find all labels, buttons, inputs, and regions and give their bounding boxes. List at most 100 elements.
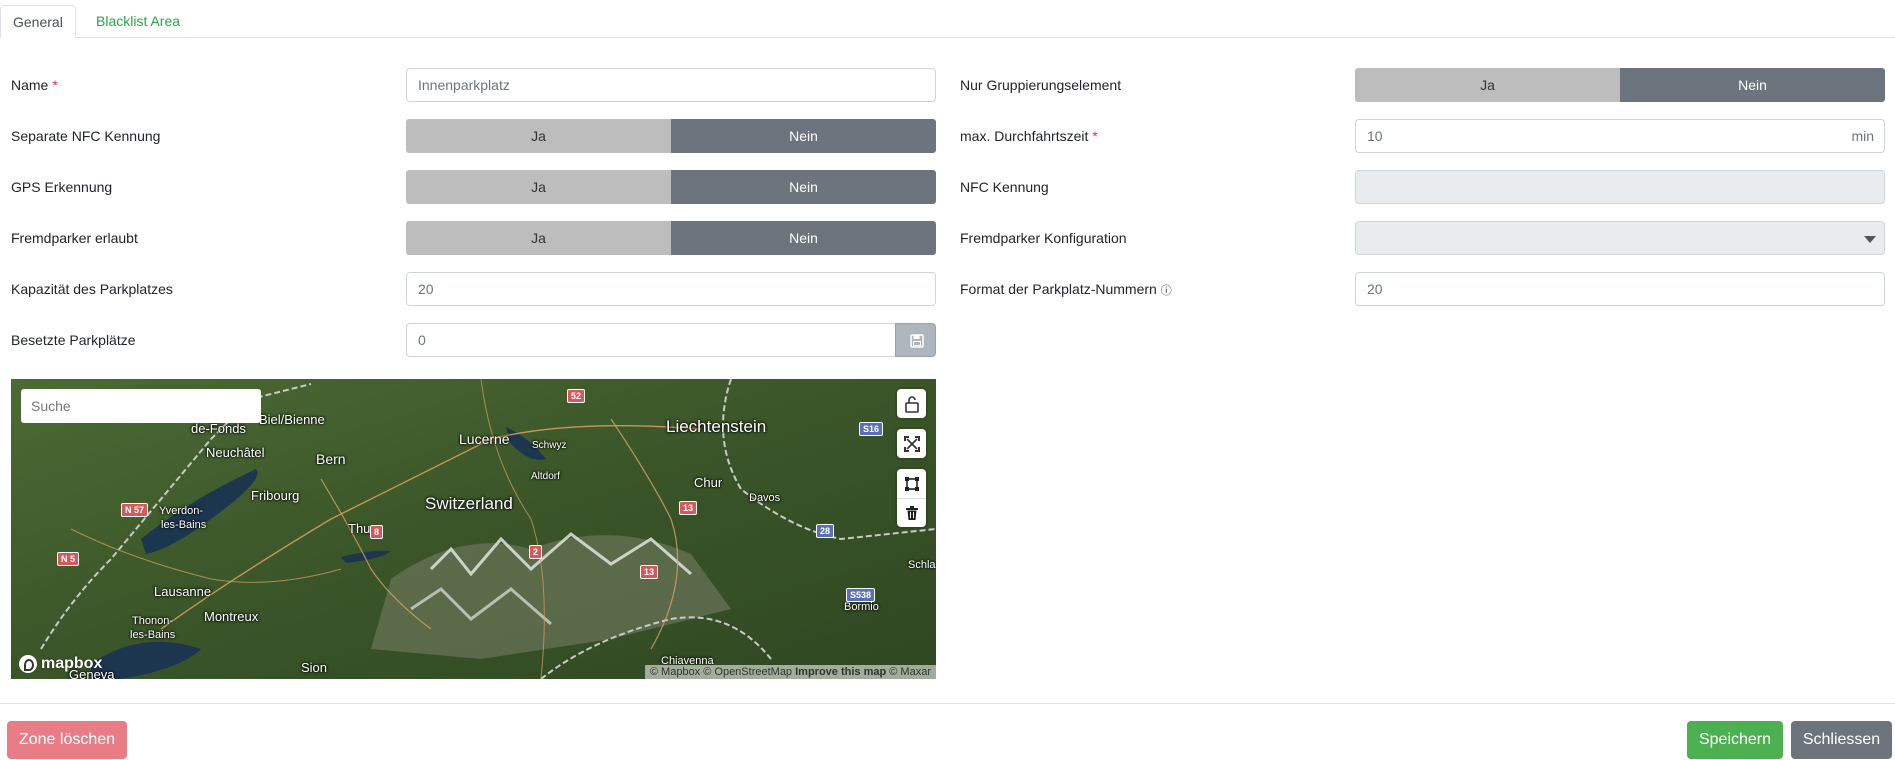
map-draw-polygon-button[interactable] <box>897 469 926 498</box>
map-label-bormio: Bormio <box>844 601 879 613</box>
road-shield-2: 2 <box>529 545 543 559</box>
fremdparker-ja[interactable]: Ja <box>406 221 671 255</box>
map-label-schwyz: Schwyz <box>532 440 567 451</box>
kapazitaet-input[interactable]: 20 <box>406 272 936 306</box>
save-button[interactable]: Speichern <box>1687 721 1783 759</box>
map-draw-control <box>897 469 926 527</box>
gps-toggle: Ja Nein <box>406 170 936 204</box>
name-label: Name * <box>11 68 58 102</box>
road-shield-n57: N 57 <box>121 503 149 517</box>
map-label-bern: Bern <box>316 451 346 467</box>
map-delete-shape-button[interactable] <box>897 498 926 527</box>
gps-label: GPS Erkennung <box>11 179 113 195</box>
road-shield-13: 13 <box>679 501 698 515</box>
name-label-text: Name <box>11 77 49 93</box>
map-label-les-bains: les-Bains <box>161 519 207 531</box>
fullscreen-icon <box>903 435 920 452</box>
required-marker: * <box>1092 128 1098 144</box>
format-nummern-label-text: Format der Parkplatz-Nummern <box>960 281 1157 297</box>
fremdparker-label: Fremdparker erlaubt <box>11 230 138 246</box>
map-label-altdorf: Altdorf <box>531 471 560 482</box>
caret-down-icon <box>1864 236 1876 243</box>
map-label-chur: Chur <box>694 475 723 490</box>
tab-general[interactable]: General <box>0 5 76 38</box>
tab-bar: General Blacklist Area <box>0 0 1895 38</box>
road-shield-n5: N 5 <box>57 552 80 566</box>
gps-ja[interactable]: Ja <box>406 170 671 204</box>
map-fullscreen-button[interactable] <box>897 429 926 458</box>
road-shield-13b: 13 <box>640 565 659 579</box>
fremdparker-konfig-select[interactable] <box>1355 221 1885 255</box>
besetzt-input[interactable]: 0 <box>406 323 896 357</box>
kapazitaet-label: Kapazität des Parkplatzes <box>11 281 173 297</box>
gruppierung-nein[interactable]: Nein <box>1620 68 1885 102</box>
gruppierung-toggle: Ja Nein <box>1355 68 1885 102</box>
footer-divider <box>0 703 1895 704</box>
map-label-schla: Schla <box>908 559 936 571</box>
unlock-icon <box>904 395 919 413</box>
tab-blacklist-area[interactable]: Blacklist Area <box>84 5 192 38</box>
format-nummern-label: Format der Parkplatz-Nummern ⓘ <box>960 272 1172 308</box>
map-label-thonon-les-bains: les-Bains <box>130 629 176 641</box>
attribution-mapbox[interactable]: © Mapbox <box>650 666 700 678</box>
road-shield-s16: S16 <box>859 422 884 436</box>
road-shield-8: 8 <box>370 525 384 539</box>
map-search-input[interactable]: Suche <box>21 389 261 423</box>
durchfahrtszeit-input[interactable]: 10 min <box>1355 119 1885 153</box>
durchfahrtszeit-value: 10 <box>1367 128 1383 144</box>
map-label-thonon: Thonon- <box>132 615 173 627</box>
attribution-improve-link[interactable]: Improve this map <box>795 666 886 678</box>
mapbox-logo[interactable]: mapbox <box>19 655 102 673</box>
required-marker: * <box>52 77 58 93</box>
map-lock-button[interactable] <box>897 389 926 418</box>
map-label-switzerland: Switzerland <box>425 494 513 513</box>
road-shield-28: 28 <box>816 524 835 538</box>
separate-nfc-toggle: Ja Nein <box>406 119 936 153</box>
besetzt-label: Besetzte Parkplätze <box>11 332 136 348</box>
fremdparker-nein[interactable]: Nein <box>671 221 936 255</box>
map-attribution: © Mapbox © OpenStreetMap Improve this ma… <box>644 665 936 679</box>
map-label-neuchatel: Neuchâtel <box>206 445 265 460</box>
road-shield-52: 52 <box>567 389 586 403</box>
durchfahrtszeit-label-text: max. Durchfahrtszeit <box>960 128 1089 144</box>
floppy-disk-icon <box>910 334 924 348</box>
separate-nfc-ja[interactable]: Ja <box>406 119 671 153</box>
nfc-kennung-label: NFC Kennung <box>960 179 1049 195</box>
close-button[interactable]: Schliessen <box>1791 721 1892 759</box>
durchfahrtszeit-label: max. Durchfahrtszeit * <box>960 119 1098 153</box>
map-fullscreen-control <box>897 429 926 458</box>
polygon-icon <box>904 476 919 491</box>
name-input[interactable]: Innenparkplatz <box>406 68 936 102</box>
nfc-kennung-input[interactable] <box>1355 170 1885 204</box>
info-icon[interactable]: ⓘ <box>1161 285 1172 297</box>
map-label-fribourg: Fribourg <box>251 488 300 503</box>
attribution-osm[interactable]: © OpenStreetMap <box>703 666 792 678</box>
trash-icon <box>905 506 918 520</box>
map-lock-control <box>897 389 926 418</box>
map-label-liechtenstein: Liechtenstein <box>666 417 767 436</box>
attribution-maxar[interactable]: © Maxar <box>889 666 931 678</box>
map-label-sion: Sion <box>301 660 328 675</box>
format-nummern-input[interactable]: 20 <box>1355 272 1885 306</box>
map-label-yverdon: Yverdon- <box>159 505 204 517</box>
map-view[interactable]: Liechtenstein Switzerland Lucerne Bern B… <box>11 379 936 679</box>
map-label-davos: Davos <box>749 492 781 504</box>
besetzt-save-button[interactable] <box>895 323 936 357</box>
mapbox-logo-text: mapbox <box>41 655 103 672</box>
map-label-lausanne: Lausanne <box>154 584 212 599</box>
separate-nfc-label: Separate NFC Kennung <box>11 128 161 144</box>
fremdparker-toggle: Ja Nein <box>406 221 936 255</box>
gps-nein[interactable]: Nein <box>671 170 936 204</box>
gruppierung-label: Nur Gruppierungselement <box>960 77 1122 93</box>
mapbox-logo-icon <box>19 655 37 673</box>
map-label-montreux: Montreux <box>204 609 259 624</box>
map-label-fonds: de-Fonds <box>191 421 246 436</box>
road-shield-s538: S538 <box>846 588 876 602</box>
map-label-biel: Biel/Bienne <box>259 412 325 427</box>
map-label-lucerne: Lucerne <box>459 431 510 447</box>
gruppierung-ja[interactable]: Ja <box>1355 68 1620 102</box>
durchfahrtszeit-unit: min <box>1851 128 1874 144</box>
delete-zone-button[interactable]: Zone löschen <box>7 721 127 759</box>
fremdparker-konfig-label: Fremdparker Konfiguration <box>960 230 1127 246</box>
separate-nfc-nein[interactable]: Nein <box>671 119 936 153</box>
